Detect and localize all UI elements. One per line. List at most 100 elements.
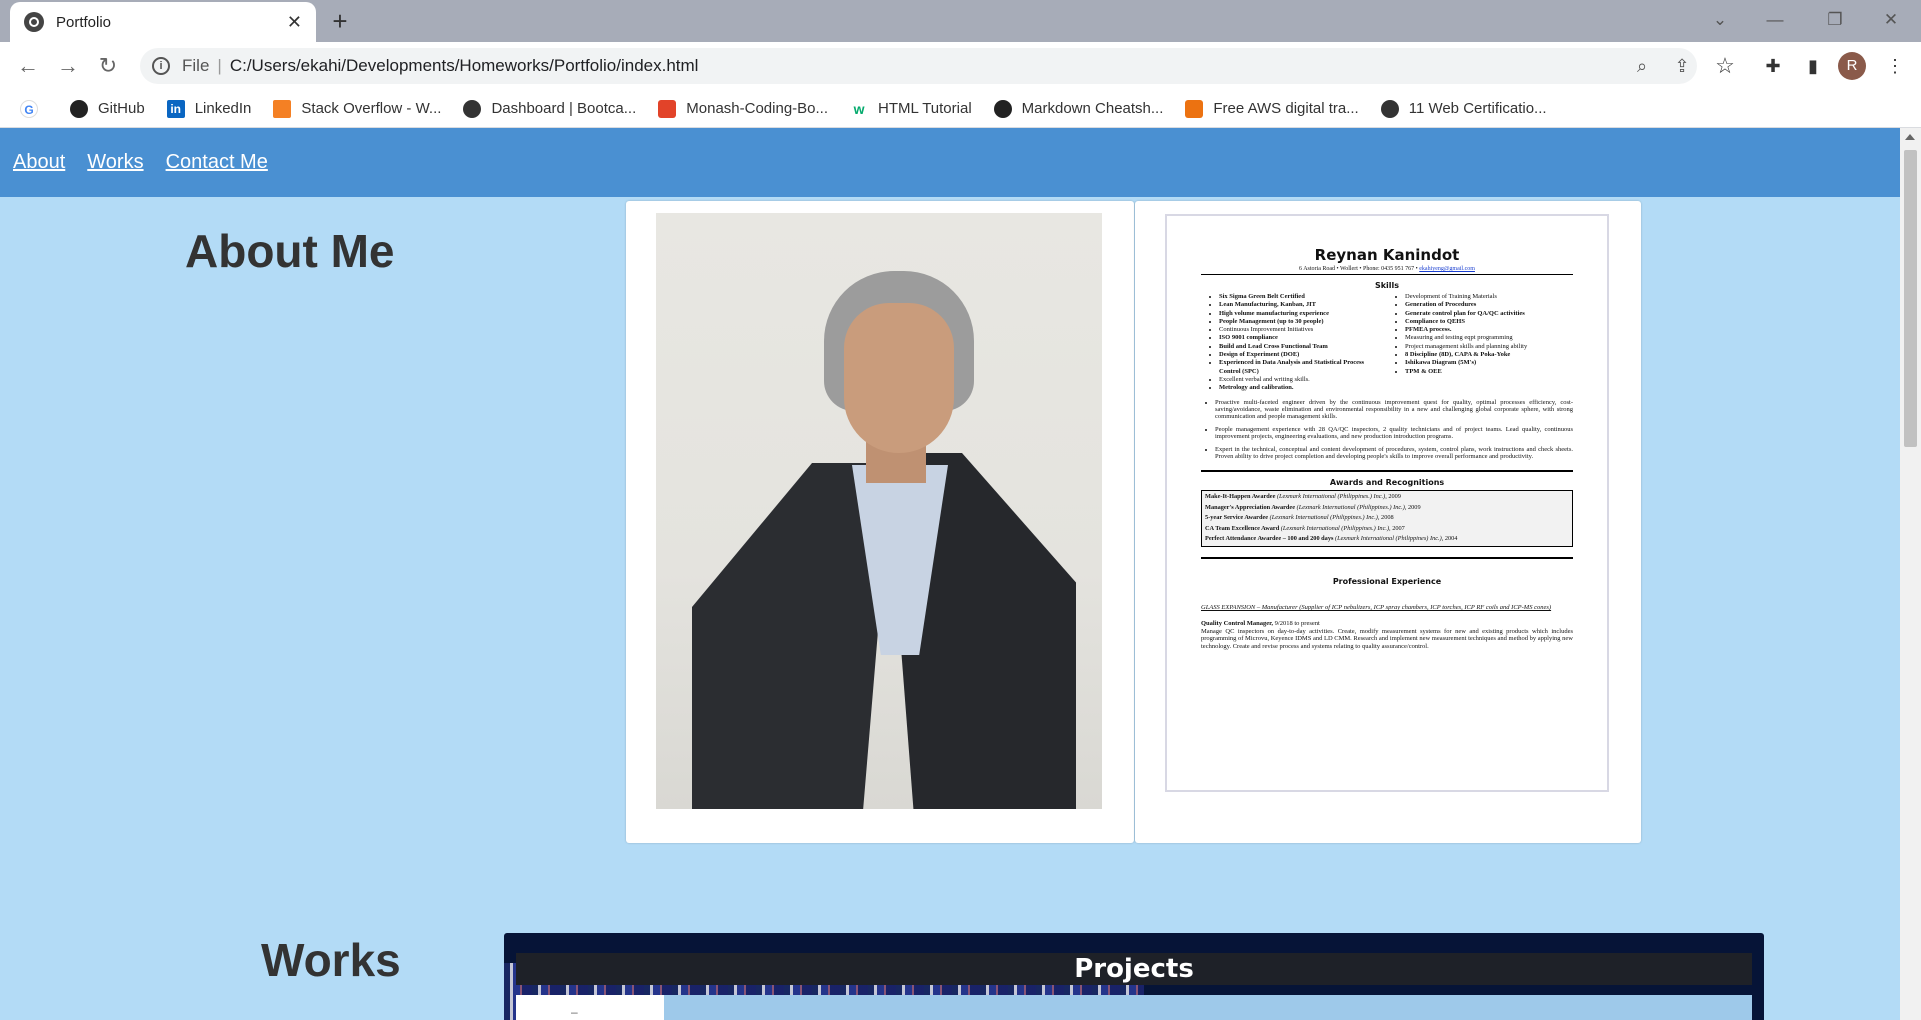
back-button[interactable]: ← <box>8 46 48 86</box>
experience-heading: Professional Experience <box>1332 576 1442 586</box>
skill-item: PFMEA process. <box>1405 326 1573 334</box>
address-bar[interactable]: i File | C:/Users/ekahi/Developments/Hom… <box>140 48 1697 84</box>
skill-item: Development of Training Materials <box>1405 293 1573 301</box>
profile-photo-card <box>626 201 1134 843</box>
bookmark-item[interactable]: Dashboard | Bootca... <box>463 99 637 118</box>
profile-avatar[interactable]: R <box>1838 52 1866 80</box>
url-text[interactable]: C:/Users/ekahi/Developments/Homeworks/Po… <box>230 56 699 76</box>
projects-card[interactable]: Projects –❐✕ <box>504 933 1764 1020</box>
bookmark-label: Dashboard | Bootca... <box>491 100 637 117</box>
bookmark-label: GitHub <box>98 100 145 117</box>
bookmark-star-icon[interactable]: ☆ <box>1710 46 1740 86</box>
awards-box: Make-It-Happen Awardee (Lexmark Internat… <box>1201 490 1573 547</box>
skill-item: Metrology and calibration. <box>1219 384 1387 392</box>
extensions-icon[interactable]: ✚ <box>1758 46 1788 86</box>
globe-icon <box>1380 99 1399 118</box>
divider <box>1201 470 1573 473</box>
skill-item: Continuous Improvement Initiatives <box>1219 326 1387 334</box>
bookmark-item[interactable]: Stack Overflow - W... <box>273 99 442 118</box>
forward-button[interactable]: → <box>48 46 88 86</box>
experience-role: Quality Control Manager, <box>1201 620 1274 628</box>
scroll-up-arrow[interactable] <box>1905 134 1915 140</box>
bookmark-item[interactable]: Markdown Cheatsh... <box>993 99 1163 118</box>
about-heading: About Me <box>185 225 395 277</box>
url-separator: | <box>217 56 222 75</box>
resume-contact-text: 6 Astoria Road • Wollert • Phone: 0435 9… <box>1299 266 1418 272</box>
bookmark-label: LinkedIn <box>194 100 252 117</box>
new-tab-button[interactable]: + <box>325 6 355 36</box>
restore-button[interactable]: ❐ <box>1810 0 1860 42</box>
bookmark-item[interactable]: GitHub <box>70 99 145 118</box>
skill-item: Project management skills and planning a… <box>1405 343 1573 351</box>
skill-item: 8 Discipline (8D), CAPA & Poka-Yoke <box>1405 351 1573 359</box>
scrollbar-thumb[interactable] <box>1904 150 1917 447</box>
tab-close-icon[interactable]: ✕ <box>287 12 302 33</box>
side-panel-icon[interactable]: ▮ <box>1798 46 1828 86</box>
skill-item: Lean Manufacturing, Kanban, JIT <box>1219 301 1387 309</box>
google-icon: G <box>20 99 38 118</box>
skill-item: Generation of Procedures <box>1405 301 1573 309</box>
resume-email[interactable]: ekahiyeng@gmail.com <box>1419 266 1475 272</box>
bookmark-item[interactable]: Monash-Coding-Bo... <box>658 99 828 118</box>
close-window-button[interactable]: ✕ <box>1866 0 1916 42</box>
bookmark-label: Stack Overflow - W... <box>301 100 442 117</box>
skill-item: People Management (up to 30 people) <box>1219 318 1387 326</box>
page-scrollbar[interactable] <box>1900 128 1921 1020</box>
globe-icon <box>463 99 482 118</box>
project-screenshot[interactable]: –❐✕ <box>516 995 1752 1020</box>
aws-icon <box>1185 99 1204 118</box>
minimize-button[interactable]: — <box>1750 0 1800 42</box>
skill-item: Excellent verbal and writing skills. <box>1219 376 1387 384</box>
skill-item: Six Sigma Green Belt Certified <box>1219 293 1387 301</box>
w3schools-icon: w <box>850 99 869 118</box>
share-icon[interactable]: ⇪ <box>1670 54 1694 78</box>
bookmark-label: 11 Web Certificatio... <box>1408 100 1547 117</box>
experience-description: Manage QC inspectors on day-to-day activ… <box>1201 627 1573 650</box>
nav-link-works[interactable]: Works <box>87 151 143 174</box>
summary-list: Proactive multi-faceted engineer driven … <box>1201 399 1573 461</box>
resume-contact: 6 Astoria Road • Wollert • Phone: 0435 9… <box>1201 266 1573 275</box>
bookmark-label: Free AWS digital tra... <box>1213 100 1359 117</box>
summary-item: Proactive multi-faceted engineer driven … <box>1215 399 1573 421</box>
resume-name: Reynan Kanindot <box>1314 246 1460 264</box>
skill-item: Experienced in Data Analysis and Statist… <box>1219 359 1387 376</box>
projects-title: Projects <box>516 953 1752 985</box>
gitlab-icon <box>658 99 677 118</box>
resume-card[interactable]: Reynan Kanindot 6 Astoria Road • Wollert… <box>1135 201 1641 843</box>
bookmarks-bar: G GitHub in LinkedIn Stack Overflow - W..… <box>0 90 1921 128</box>
nav-link-about[interactable]: About <box>13 151 65 174</box>
skill-item: Compliance to QEHS <box>1405 318 1573 326</box>
url-scheme: File <box>182 56 210 75</box>
award-row: CA Team Excellence Award (Lexmark Intern… <box>1205 524 1405 532</box>
browser-toolbar: ← → ↻ i File | C:/Users/ekahi/Developmen… <box>0 42 1921 90</box>
bookmark-item[interactable]: w HTML Tutorial <box>850 99 972 118</box>
award-row: Manager's Appreciation Awardee (Lexmark … <box>1205 503 1421 511</box>
zoom-icon[interactable]: ⌕ <box>1630 54 1654 78</box>
skill-item: ISO 9001 compliance <box>1219 334 1387 342</box>
skill-item: Ishikawa Diagram (5M's) <box>1405 359 1573 367</box>
menu-icon[interactable]: ⋮ <box>1880 46 1910 86</box>
profile-photo <box>656 213 1102 809</box>
bookmark-google[interactable]: G <box>20 99 48 118</box>
award-row: Perfect Attendance Awardee – 100 and 200… <box>1205 535 1458 543</box>
experience-dates: 9/2018 to present <box>1273 620 1320 628</box>
nav-link-contact[interactable]: Contact Me <box>166 151 268 174</box>
summary-item: Expert in the technical, conceptual and … <box>1215 446 1573 461</box>
linkedin-icon: in <box>166 99 185 118</box>
skill-item: Generate control plan for QA/QC activiti… <box>1405 310 1573 318</box>
skills-list: Six Sigma Green Belt CertifiedLean Manuf… <box>1201 293 1573 393</box>
tab-search-icon[interactable]: ⌄ <box>1695 0 1745 42</box>
bookmark-label: HTML Tutorial <box>878 100 972 117</box>
info-icon[interactable]: i <box>152 57 170 75</box>
bookmark-item[interactable]: 11 Web Certificatio... <box>1380 99 1547 118</box>
github-icon <box>70 99 88 118</box>
summary-item: People management experience with 28 QA/… <box>1215 426 1573 441</box>
bookmark-item[interactable]: Free AWS digital tra... <box>1185 99 1359 118</box>
bookmark-item[interactable]: in LinkedIn <box>166 99 252 118</box>
reload-button[interactable]: ↻ <box>88 46 128 86</box>
browser-tab[interactable]: Portfolio ✕ <box>10 2 316 42</box>
skills-right-column: Development of Training MaterialsGenerat… <box>1387 293 1573 393</box>
experience-section: GLASS EXPANSION – Manufacturer (Supplier… <box>1201 604 1573 650</box>
skill-item: High volume manufacturing experience <box>1219 310 1387 318</box>
experience-company: GLASS EXPANSION – Manufacturer (Supplier… <box>1201 603 1552 611</box>
